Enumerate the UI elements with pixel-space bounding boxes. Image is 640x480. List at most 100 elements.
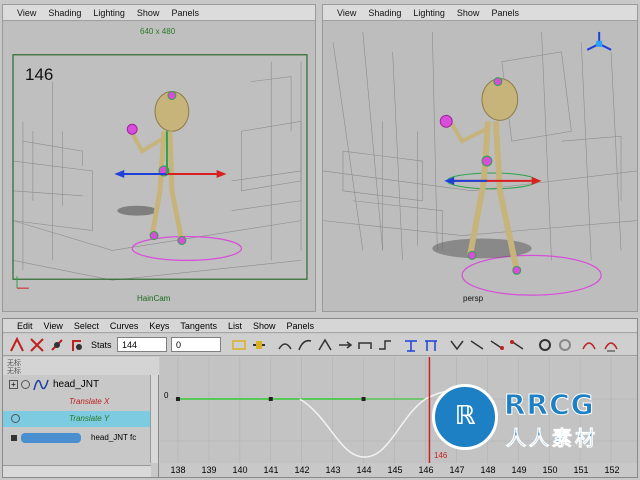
flat-tangent-icon[interactable] bbox=[357, 337, 373, 353]
ruler-tick: 141 bbox=[263, 465, 279, 475]
menu-view[interactable]: View bbox=[17, 8, 36, 18]
menu-lighting[interactable]: Lighting bbox=[413, 8, 445, 18]
ruler-tick: 147 bbox=[449, 465, 465, 475]
ruler-tick: 149 bbox=[511, 465, 527, 475]
expand-icon[interactable]: + bbox=[9, 380, 18, 389]
stats-label: Stats bbox=[91, 340, 112, 350]
frame-counter: 146 bbox=[25, 65, 54, 84]
menu-keys[interactable]: Keys bbox=[149, 321, 169, 331]
zero-label: 0 bbox=[164, 391, 169, 400]
menu-panels[interactable]: Panels bbox=[491, 8, 519, 18]
outliner-channel-row-selected[interactable]: Translate Y bbox=[3, 411, 151, 427]
node-name: head_JNT bbox=[53, 379, 100, 390]
menu-show[interactable]: Show bbox=[137, 8, 160, 18]
highlight-bar bbox=[21, 433, 81, 443]
stats-frame-field[interactable]: 144 bbox=[117, 337, 167, 352]
menu-lighting[interactable]: Lighting bbox=[93, 8, 125, 18]
outliner-header-2: 无标 bbox=[7, 368, 21, 375]
node-type-icon bbox=[21, 380, 30, 389]
outliner-channel-row[interactable]: Translate X bbox=[3, 395, 151, 411]
channel-translate-y[interactable]: Translate Y bbox=[69, 414, 109, 423]
outliner-node-row-2[interactable]: head_JNT fc bbox=[3, 431, 151, 447]
watermark-logo: ℝ RRCG 人人素材 bbox=[432, 384, 632, 450]
right-viewport[interactable]: View Shading Lighting Show Panels persp bbox=[322, 4, 638, 312]
frame-playback-icon[interactable] bbox=[251, 337, 267, 353]
menu-select[interactable]: Select bbox=[74, 321, 99, 331]
channel-translate-x[interactable]: Translate X bbox=[69, 397, 109, 406]
lock-weight-icon[interactable] bbox=[489, 337, 505, 353]
lattice-icon[interactable] bbox=[69, 337, 85, 353]
ruler-tick: 139 bbox=[201, 465, 217, 475]
curve-outliner[interactable]: 无标 无标 + head_JNT Translate X Translate Y… bbox=[3, 357, 159, 477]
frame-all-icon[interactable] bbox=[231, 337, 247, 353]
spline-tangent-icon[interactable] bbox=[297, 337, 313, 353]
viewport-menubar: View Shading Lighting Show Panels bbox=[3, 5, 315, 21]
add-key-icon[interactable] bbox=[49, 337, 65, 353]
menu-list[interactable]: List bbox=[228, 321, 242, 331]
ruler-tick: 143 bbox=[325, 465, 341, 475]
ruler-tick: 150 bbox=[542, 465, 558, 475]
menu-show[interactable]: Show bbox=[253, 321, 276, 331]
viewport-menubar: View Shading Lighting Show Panels bbox=[323, 5, 637, 21]
key-point bbox=[268, 397, 273, 401]
outliner-header: 无标 无标 bbox=[3, 357, 159, 375]
outliner-horizontal-scrollbar[interactable] bbox=[3, 465, 151, 477]
ruler-tick: 145 bbox=[387, 465, 403, 475]
menu-curves[interactable]: Curves bbox=[110, 321, 139, 331]
ruler-tick: 148 bbox=[480, 465, 496, 475]
menu-edit[interactable]: Edit bbox=[17, 321, 33, 331]
menu-tangents[interactable]: Tangents bbox=[180, 321, 217, 331]
buffer-curve-icon[interactable] bbox=[581, 337, 597, 353]
linear-tangent-icon[interactable] bbox=[337, 337, 353, 353]
perspective-view-scene[interactable] bbox=[323, 22, 637, 311]
insert-key-icon[interactable] bbox=[29, 337, 45, 353]
cycle-offset-icon[interactable] bbox=[557, 337, 573, 353]
graph-editor-toolbar: Stats 144 0 bbox=[3, 334, 637, 356]
ruler-tick: 144 bbox=[356, 465, 372, 475]
ruler-tick: 146 bbox=[418, 465, 434, 475]
resolution-label: 640 x 480 bbox=[140, 27, 176, 36]
clamped-tangent-icon[interactable] bbox=[317, 337, 333, 353]
menu-shading[interactable]: Shading bbox=[48, 8, 81, 18]
ruler-tick: 142 bbox=[294, 465, 310, 475]
menu-view[interactable]: View bbox=[44, 321, 63, 331]
camera-name-label: persp bbox=[463, 294, 484, 303]
left-viewport[interactable]: View Shading Lighting Show Panels 640 x … bbox=[2, 4, 316, 312]
current-frame-label: 146 bbox=[434, 451, 448, 460]
graph-editor-menubar: Edit View Select Curves Keys Tangents Li… bbox=[3, 319, 637, 333]
camera-name-label: HainCam bbox=[137, 294, 171, 303]
free-weight-icon[interactable] bbox=[469, 337, 485, 353]
weighted-tangent-icon[interactable] bbox=[509, 337, 525, 353]
outliner-vertical-scrollbar[interactable] bbox=[150, 375, 158, 463]
step-tangent-icon[interactable] bbox=[377, 337, 393, 353]
ruler-tick: 140 bbox=[232, 465, 248, 475]
menu-shading[interactable]: Shading bbox=[368, 8, 401, 18]
break-tangent-icon[interactable] bbox=[423, 337, 439, 353]
brand-name: RRCG bbox=[504, 388, 595, 422]
outliner-node-row[interactable]: + head_JNT bbox=[3, 377, 151, 393]
channel-icon bbox=[11, 414, 20, 423]
node-short-name: head_JNT fc bbox=[91, 433, 137, 442]
frame-ruler[interactable]: 138 139 140 141 142 143 144 145 146 147 … bbox=[160, 463, 637, 477]
stats-value-field[interactable]: 0 bbox=[171, 337, 221, 352]
bullet-icon bbox=[11, 435, 17, 441]
key-point bbox=[361, 397, 366, 401]
curve-icon bbox=[33, 379, 49, 391]
key-point bbox=[175, 397, 180, 401]
scene-drawing bbox=[323, 22, 637, 311]
menu-panels[interactable]: Panels bbox=[171, 8, 199, 18]
menu-panels[interactable]: Panels bbox=[286, 321, 314, 331]
menu-show[interactable]: Show bbox=[457, 8, 480, 18]
ruler-tick: 138 bbox=[170, 465, 186, 475]
brand-emblem-icon: ℝ bbox=[432, 384, 498, 450]
cycle-icon[interactable] bbox=[537, 337, 553, 353]
ruler-tick: 152 bbox=[604, 465, 620, 475]
move-key-icon[interactable] bbox=[9, 337, 25, 353]
auto-tangent-icon[interactable] bbox=[277, 337, 293, 353]
brand-subtitle: 人人素材 bbox=[506, 426, 598, 451]
ruler-tick: 151 bbox=[573, 465, 589, 475]
swap-buffer-icon[interactable] bbox=[603, 337, 619, 353]
unify-tangent-icon[interactable] bbox=[449, 337, 465, 353]
plateau-tangent-icon[interactable] bbox=[403, 337, 419, 353]
menu-view[interactable]: View bbox=[337, 8, 356, 18]
